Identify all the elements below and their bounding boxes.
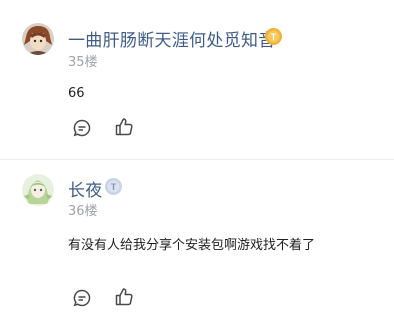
comment-text: 有没有人给我分享个安装包啊游戏找不着了 [68,238,316,253]
level-coin-icon: T [105,178,122,195]
thumbs-up-icon[interactable] [114,287,134,307]
svg-text:T: T [111,182,117,192]
author-name[interactable]: 一曲肝肠断天涯何处觅知音 [68,26,276,51]
svg-text:T: T [271,32,277,42]
thumbs-up-icon[interactable] [114,117,134,137]
avatar[interactable] [22,23,54,55]
level-coin-icon: T [265,28,282,45]
author-name[interactable]: 长夜 [68,176,103,201]
floor-number: 36楼 [68,204,98,219]
comment-item: 一曲肝肠断天涯何处觅知音 T 35楼 66 [0,0,394,160]
comment-text: 66 [68,86,85,101]
comment-item: 长夜 T 36楼 有没有人给我分享个安装包啊游戏找不着了 [0,160,394,330]
avatar[interactable] [22,174,54,206]
comment-icon[interactable] [72,288,92,308]
floor-number: 35楼 [68,55,98,70]
comment-icon[interactable] [72,118,92,138]
